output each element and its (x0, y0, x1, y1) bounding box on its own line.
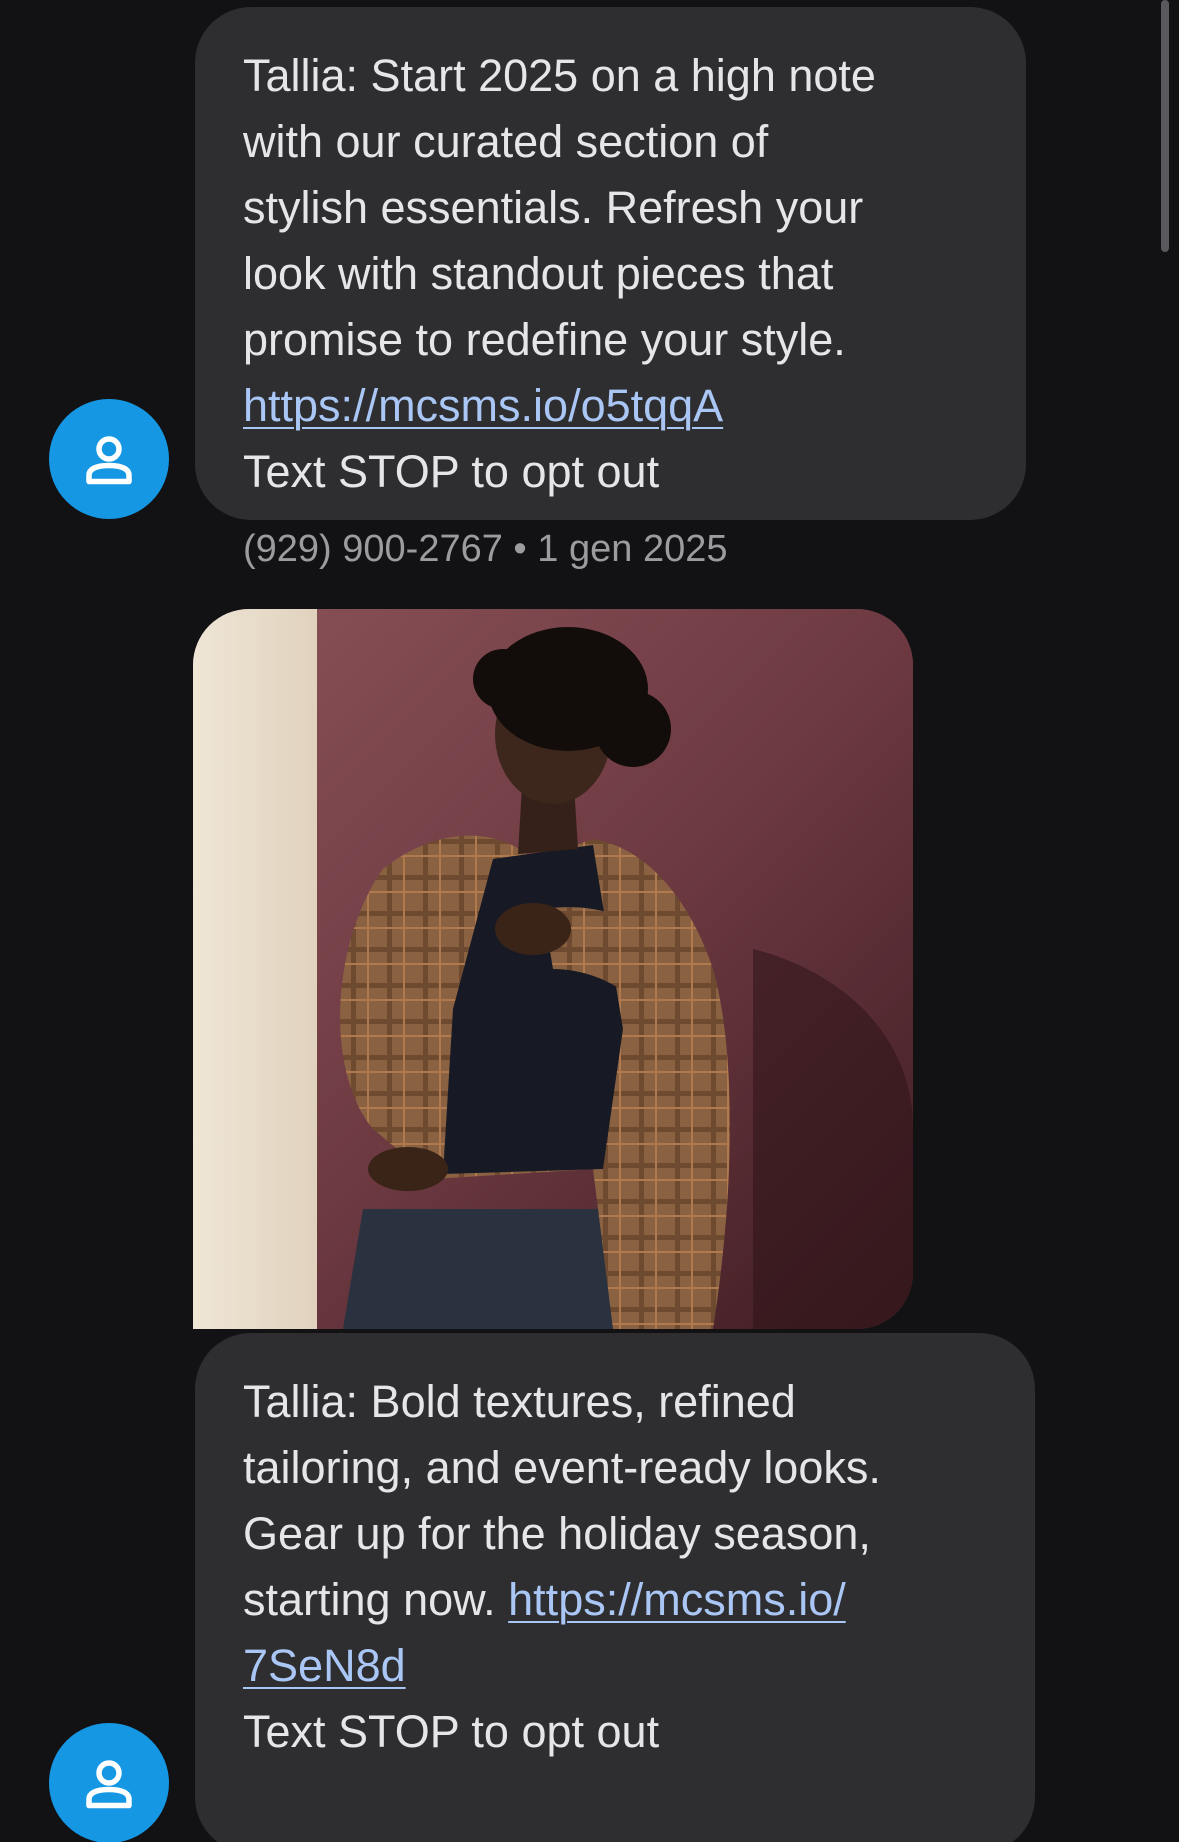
message-thread: Tallia: Start 2025 on a high note with o… (0, 0, 1179, 1842)
message-text-fragment: starting now. (243, 1574, 509, 1625)
message-text-line: Gear up for the holiday season, (243, 1508, 871, 1559)
sender-avatar[interactable] (49, 399, 169, 519)
message-text-line: tailoring, and event-ready looks. (243, 1442, 881, 1493)
person-icon (86, 436, 132, 485)
fashion-photo (193, 609, 913, 1329)
message-date: 1 gen 2025 (537, 528, 728, 570)
sender-avatar[interactable] (49, 1723, 169, 1842)
opt-out-text: Text STOP to opt out (243, 446, 660, 497)
scrollbar[interactable] (1161, 0, 1169, 252)
message-link[interactable]: https://mcsms.io/ (508, 1574, 846, 1625)
message-bubble[interactable]: Tallia: Bold textures, refined tailoring… (195, 1333, 1035, 1842)
message-link-continuation[interactable]: 7SeN8d (243, 1640, 406, 1691)
message-text-line: with our curated section of (243, 116, 769, 167)
meta-separator: • (513, 528, 527, 570)
message-text-line: look with standout pieces that (243, 248, 834, 299)
person-icon (86, 1760, 132, 1809)
message-link[interactable]: https://mcsms.io/o5tqqA (243, 380, 723, 431)
message-text-line: Tallia: Start 2025 on a high note (243, 50, 876, 101)
message-bubble[interactable]: Tallia: Start 2025 on a high note with o… (195, 7, 1026, 520)
sender-number: (929) 900-2767 (243, 528, 503, 570)
message-meta: (929) 900-2767 • 1 gen 2025 (243, 528, 727, 571)
image-attachment[interactable] (193, 609, 913, 1329)
message-text-line: Tallia: Bold textures, refined (243, 1376, 796, 1427)
opt-out-text: Text STOP to opt out (243, 1706, 660, 1757)
message-text-line: stylish essentials. Refresh your (243, 182, 864, 233)
message-text-line: promise to redefine your style. (243, 314, 846, 365)
